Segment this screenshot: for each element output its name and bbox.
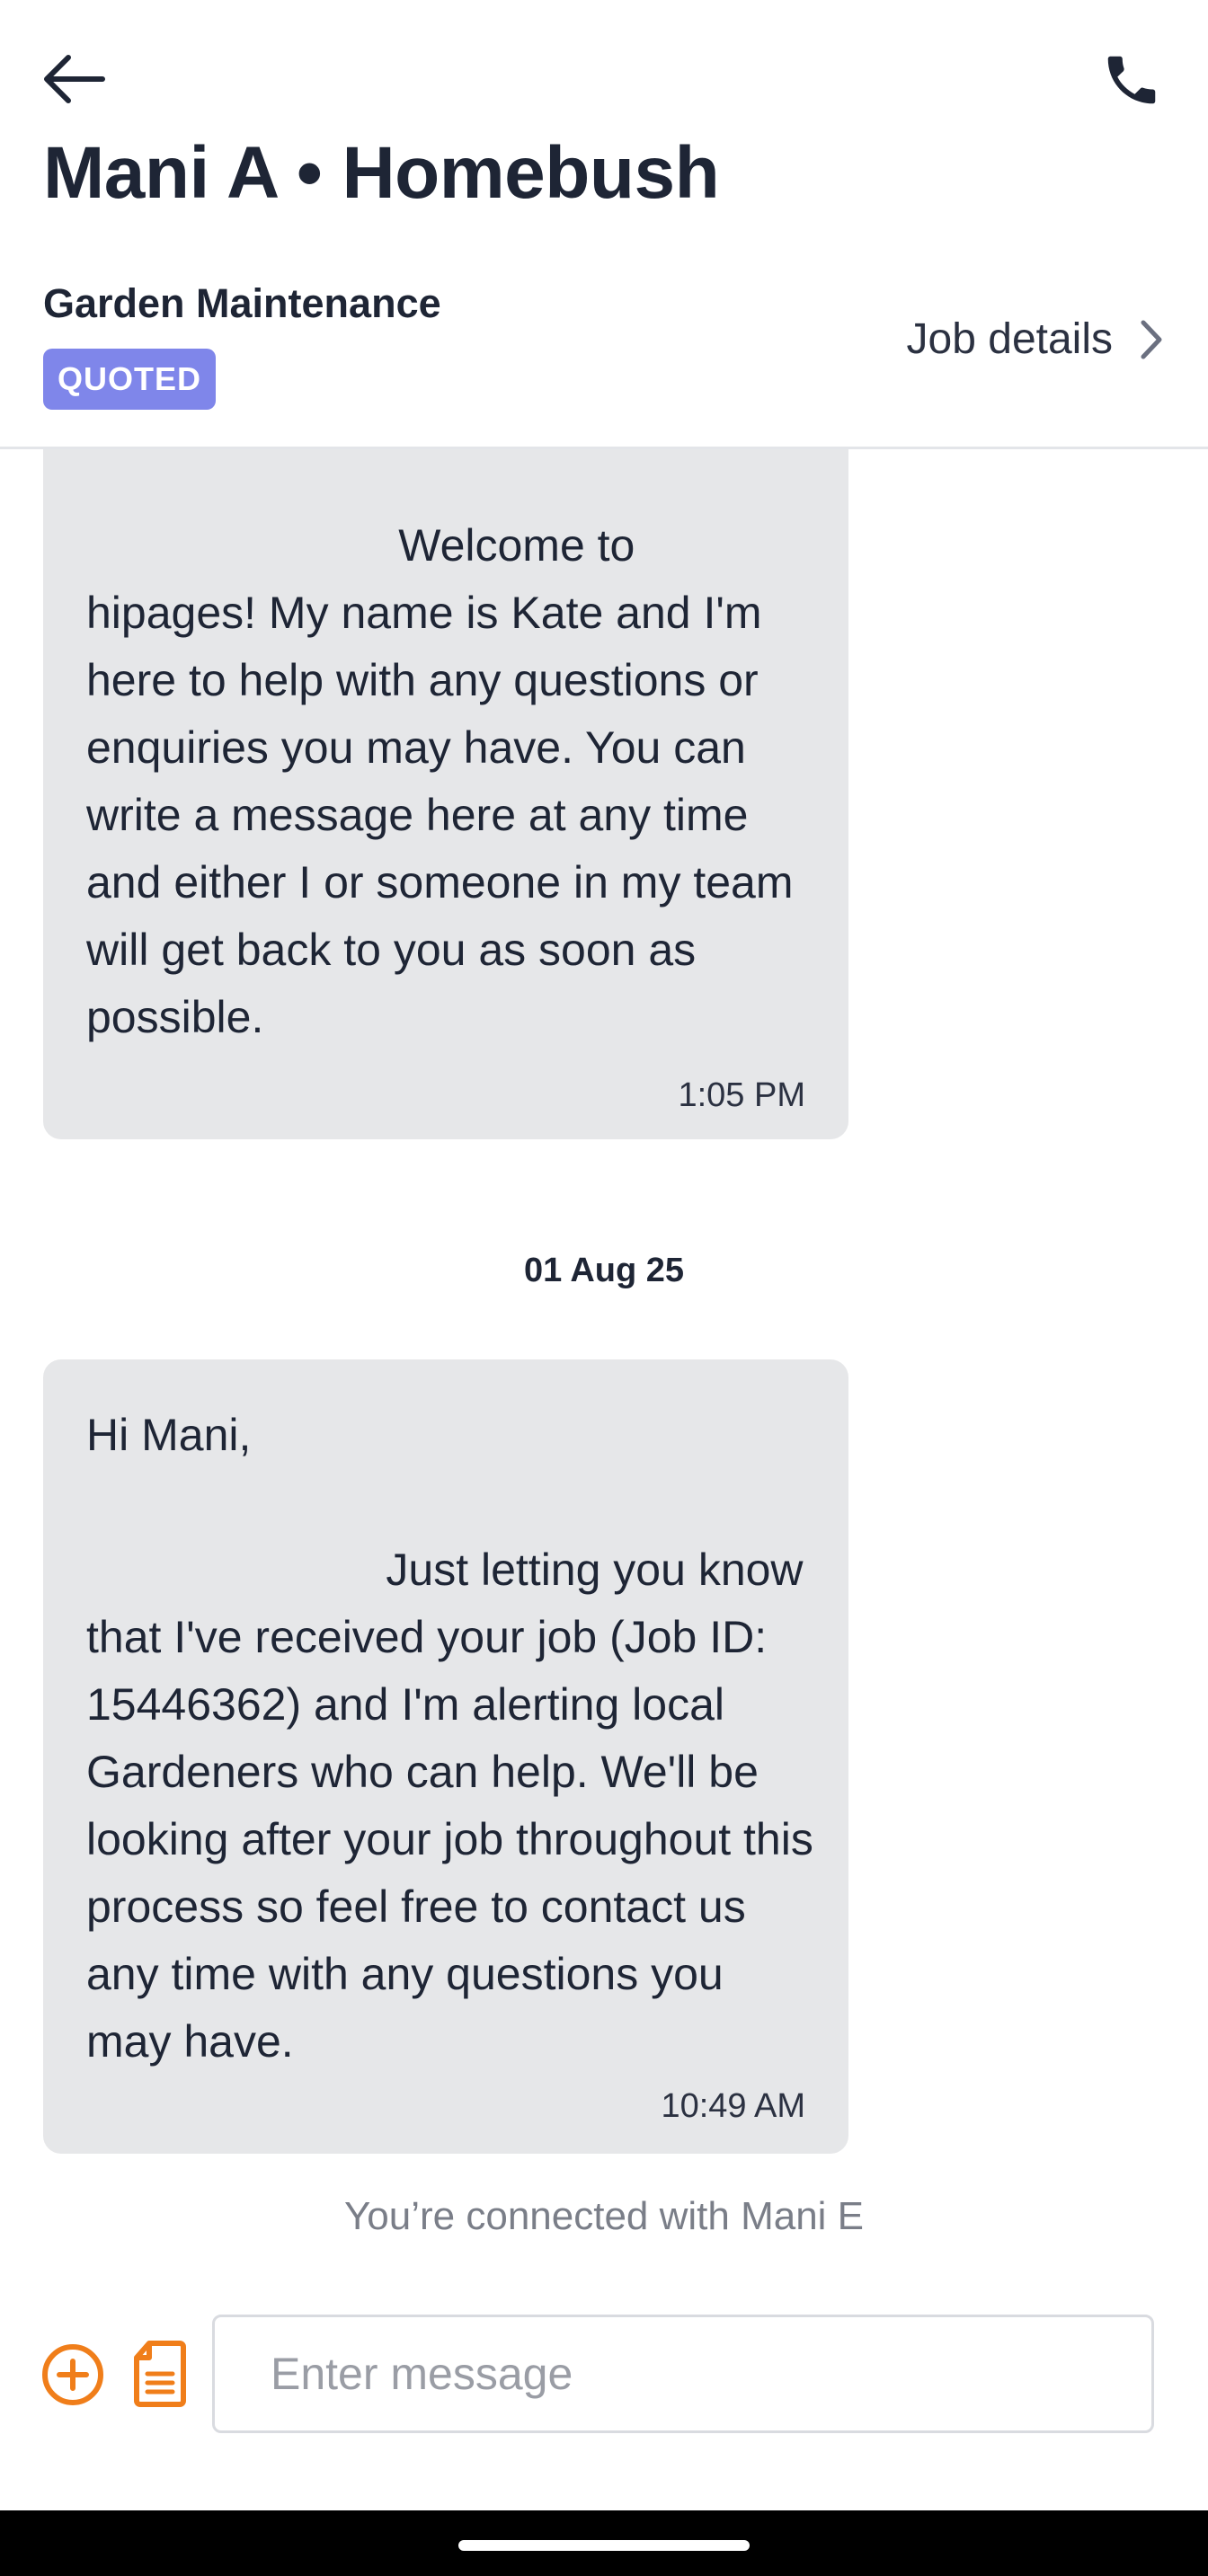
message-time: 10:49 AM — [661, 2087, 805, 2125]
document-icon — [134, 2341, 186, 2407]
back-button[interactable] — [40, 45, 108, 113]
message-text: Welcome to hipages! My name is Kate and … — [86, 520, 806, 1042]
message-input[interactable] — [212, 2315, 1154, 2433]
chat-screen: Welcome to hipages! My name is Kate and … — [0, 0, 1208, 2576]
job-details-link[interactable]: Job details — [907, 314, 1165, 364]
message-bubble: Hi Mani, Just letting you know that I've… — [43, 1359, 848, 2154]
connected-notice: You’re connected with Mani E — [343, 2194, 865, 2238]
chat-header: Mani A • Homebush Garden Maintenance QUO… — [0, 0, 1208, 449]
plus-circle-icon — [42, 2344, 103, 2405]
home-indicator[interactable] — [458, 2540, 750, 2551]
job-details-label: Job details — [906, 315, 1113, 363]
send-document-button[interactable] — [133, 2340, 187, 2408]
job-category: Garden Maintenance — [43, 280, 441, 326]
message-time: 1:05 PM — [678, 1076, 805, 1114]
page-title: Mani A • Homebush — [43, 132, 720, 214]
message-bubble: Welcome to hipages! My name is Kate and … — [43, 422, 848, 1139]
status-badge: QUOTED — [43, 349, 217, 410]
date-separator: 01 Aug 25 — [523, 1252, 685, 1289]
message-text: Hi Mani, Just letting you know that I've… — [86, 1410, 813, 2067]
arrow-left-icon — [44, 55, 105, 103]
chevron-right-icon — [1141, 320, 1162, 359]
call-button[interactable] — [1091, 40, 1172, 120]
add-attachment-button[interactable] — [41, 2343, 104, 2406]
phone-icon — [1107, 56, 1156, 104]
